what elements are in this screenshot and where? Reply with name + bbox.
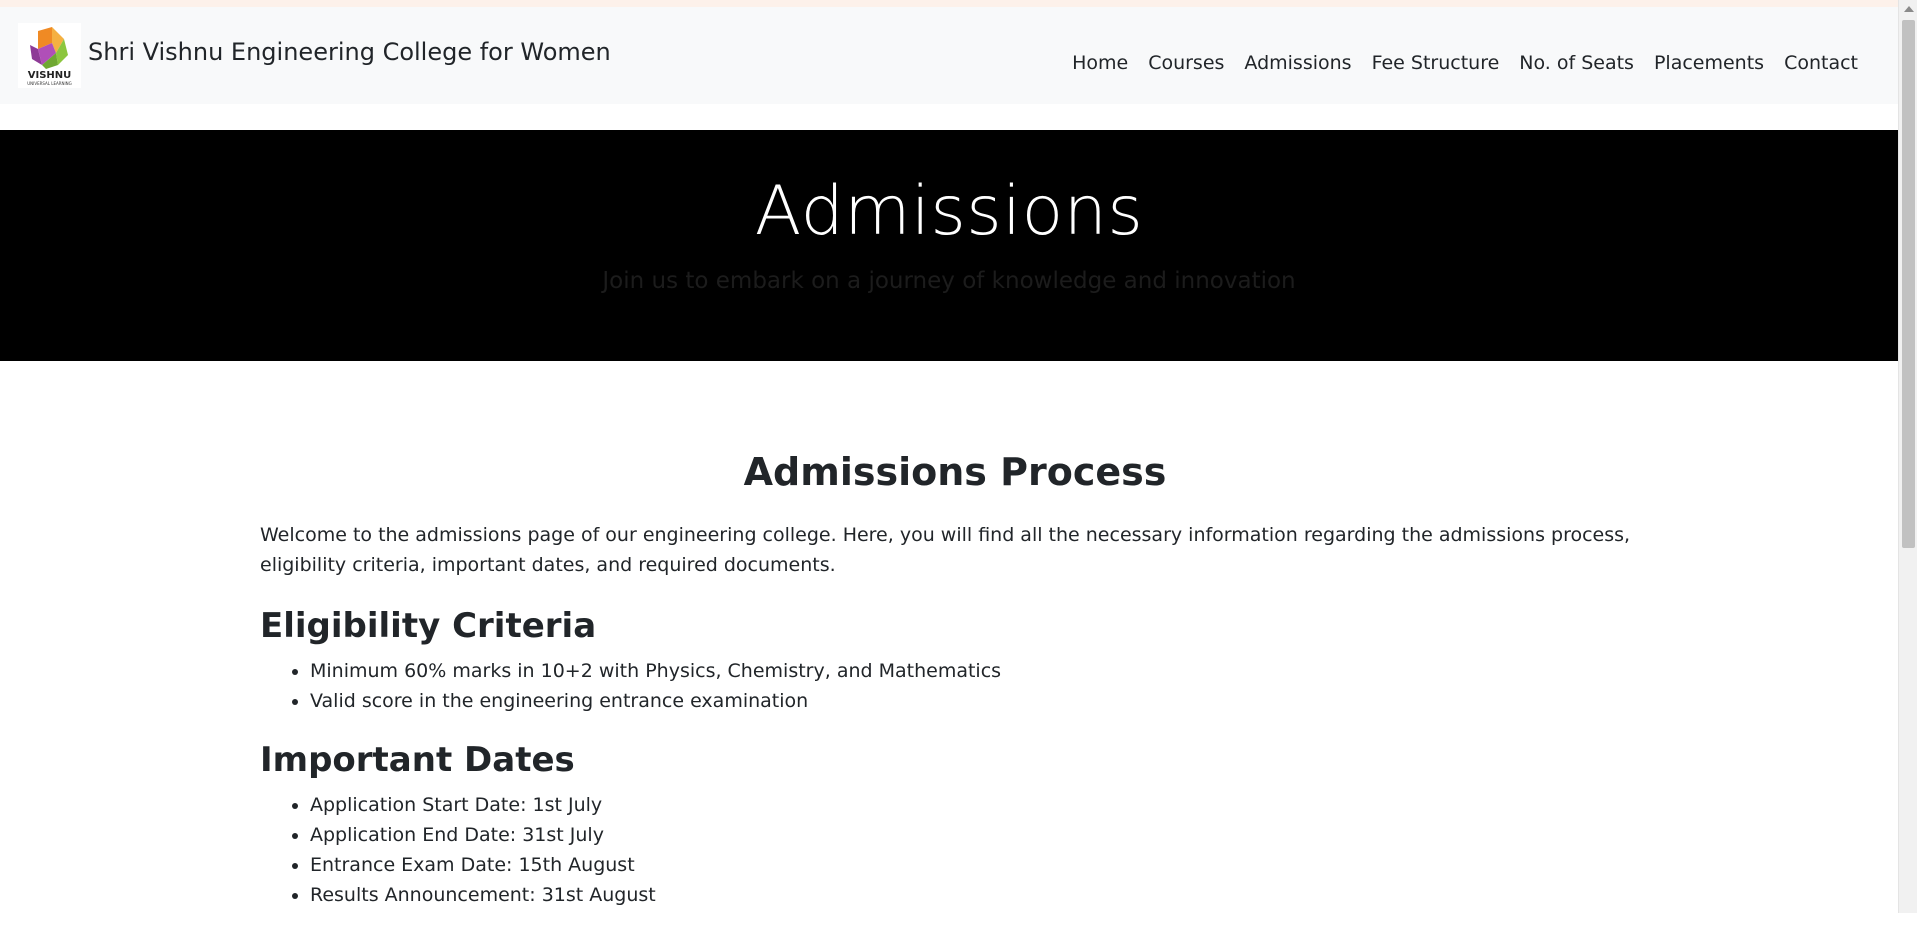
nav-links: Home Courses Admissions Fee Structure No… <box>1062 44 1868 82</box>
nav-fee-structure[interactable]: Fee Structure <box>1362 44 1510 82</box>
svg-text:VISHNU: VISHNU <box>28 70 72 81</box>
intro-paragraph: Welcome to the admissions page of our en… <box>260 524 1631 576</box>
list-item: Results Announcement: 31st August <box>310 880 1650 910</box>
hero-banner: Admissions Join us to embark on a journe… <box>0 130 1898 361</box>
spacer <box>0 104 1898 130</box>
eligibility-list: Minimum 60% marks in 10+2 with Physics, … <box>260 656 1650 716</box>
nav-contact[interactable]: Contact <box>1774 44 1868 82</box>
list-item: Application End Date: 31st July <box>310 820 1650 850</box>
brand-name[interactable]: Shri Vishnu Engineering College for Wome… <box>88 38 611 66</box>
hero-title: Admissions <box>754 172 1144 251</box>
admissions-process-title: Admissions Process <box>743 450 1167 494</box>
list-item: Application Start Date: 1st July <box>310 790 1650 820</box>
svg-text:UNIVERSAL LEARNING: UNIVERSAL LEARNING <box>27 81 72 86</box>
list-item: Entrance Exam Date: 15th August <box>310 850 1650 880</box>
nav-no-of-seats[interactable]: No. of Seats <box>1509 44 1644 82</box>
navbar: VISHNU UNIVERSAL LEARNING Shri Vishnu En… <box>0 7 1898 104</box>
list-item: Valid score in the engineering entrance … <box>310 686 1650 716</box>
eligibility-heading: Eligibility Criteria <box>260 606 597 646</box>
nav-courses[interactable]: Courses <box>1138 44 1234 82</box>
college-logo[interactable]: VISHNU UNIVERSAL LEARNING <box>18 23 81 88</box>
nav-home[interactable]: Home <box>1062 44 1138 82</box>
nav-placements[interactable]: Placements <box>1644 44 1774 82</box>
scrollbar-thumb[interactable] <box>1902 20 1915 548</box>
vertical-scrollbar[interactable] <box>1898 0 1917 913</box>
vishnu-logo-icon: VISHNU UNIVERSAL LEARNING <box>27 27 72 86</box>
list-item: Minimum 60% marks in 10+2 with Physics, … <box>310 656 1650 686</box>
scroll-up-arrow-icon[interactable] <box>1904 6 1914 12</box>
nav-admissions[interactable]: Admissions <box>1234 44 1361 82</box>
important-dates-heading: Important Dates <box>260 740 575 780</box>
hero-subtitle: Join us to embark on a journey of knowle… <box>602 268 1296 294</box>
main-content: Admissions Process Welcome to the admiss… <box>260 450 1650 934</box>
important-dates-list: Application Start Date: 1st July Applica… <box>260 790 1650 910</box>
